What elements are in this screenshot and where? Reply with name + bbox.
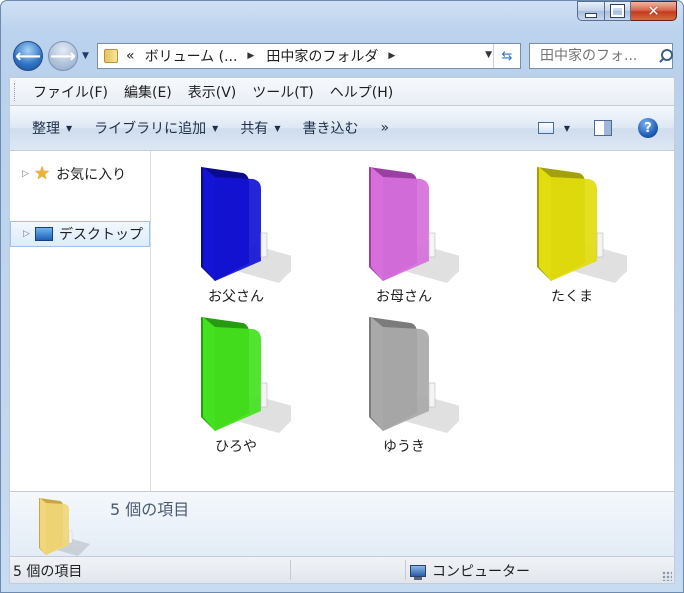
back-arrow-icon: ⟵ xyxy=(15,45,41,67)
menu-help[interactable]: ヘルプ(H) xyxy=(322,82,401,102)
navigation-pane: ▷ ★ お気に入り ▷ デスクトップ xyxy=(9,151,151,491)
folder-item[interactable]: ひろや xyxy=(171,305,301,455)
share-button[interactable]: 共有 ▼ xyxy=(229,118,291,138)
menu-bar: ファイル(F) 編集(E) 表示(V) ツール(T) ヘルプ(H) xyxy=(9,77,675,105)
share-label: 共有 xyxy=(240,121,269,137)
resize-grip-icon[interactable] xyxy=(662,571,672,581)
add-to-library-button[interactable]: ライブラリに追加 ▼ xyxy=(83,118,229,138)
navigation-bar: ⟵ ⟶ ▼ « ボリューム (... ▶ 田中家のフォルダ ▶ ▼ ⇆ xyxy=(1,39,683,73)
menu-view[interactable]: 表示(V) xyxy=(180,82,245,102)
refresh-icon: ⇆ xyxy=(501,48,513,64)
recent-pages-dropdown[interactable]: ▼ xyxy=(82,51,89,61)
folder-item[interactable]: お父さん xyxy=(171,155,301,305)
expand-arrow-icon[interactable]: ▷ xyxy=(22,169,34,179)
star-icon: ★ xyxy=(34,163,51,184)
folder-icon xyxy=(537,167,627,283)
breadcrumb-tanaka-folder[interactable]: 田中家のフォルダ xyxy=(266,46,378,66)
status-bar: 5 個の項目 コンピューター xyxy=(9,557,675,584)
view-options-dropdown-icon[interactable]: ▼ xyxy=(564,124,570,133)
status-divider xyxy=(405,560,406,580)
command-bar-right: ▼ ? xyxy=(537,106,674,150)
nav-item-label: デスクトップ xyxy=(59,227,143,243)
chevron-down-icon: ▼ xyxy=(274,123,281,133)
folder-name: たくま xyxy=(551,289,593,305)
organize-label: 整理 xyxy=(32,121,60,137)
more-commands-button[interactable]: » xyxy=(369,120,400,136)
maximize-icon xyxy=(610,4,625,18)
refresh-button[interactable]: ⇆ xyxy=(493,44,520,68)
minimize-button[interactable] xyxy=(577,1,605,21)
folder-name: お父さん xyxy=(208,289,264,305)
details-pane: 5 個の項目 xyxy=(9,491,675,557)
desktop-icon xyxy=(35,227,53,241)
chevron-right-icon[interactable]: ▶ xyxy=(247,51,254,61)
file-list: お父さん お母さん たくま ひろや ゆうき xyxy=(151,151,675,491)
address-dropdown-icon[interactable]: ▼ xyxy=(485,50,492,60)
nav-item-favorites[interactable]: ▷ ★ お気に入り xyxy=(10,161,150,187)
menu-file[interactable]: ファイル(F) xyxy=(25,82,116,102)
details-item-count: 5 個の項目 xyxy=(110,500,190,519)
address-bar[interactable]: « ボリューム (... ▶ 田中家のフォルダ ▶ ▼ ⇆ xyxy=(97,43,521,69)
forward-button[interactable]: ⟶ xyxy=(48,41,78,71)
folder-item[interactable]: お母さん xyxy=(339,155,469,305)
details-folder-icon xyxy=(39,498,90,556)
search-input[interactable] xyxy=(538,47,654,65)
folder-icon xyxy=(104,49,118,63)
computer-icon xyxy=(410,565,426,580)
status-item-count: 5 個の項目 xyxy=(13,564,83,580)
caption-buttons: ✕ xyxy=(577,1,677,21)
forward-arrow-icon: ⟶ xyxy=(50,45,76,67)
folder-item[interactable]: ゆうき xyxy=(339,305,469,455)
folder-icon xyxy=(369,167,459,283)
preview-pane-icon[interactable] xyxy=(594,120,612,136)
folder-name: ゆうき xyxy=(383,439,425,455)
search-icon[interactable] xyxy=(658,49,673,63)
change-view-icon[interactable] xyxy=(537,122,554,134)
status-divider xyxy=(290,560,291,580)
command-bar: 整理 ▼ ライブラリに追加 ▼ 共有 ▼ 書き込む » ▼ ? xyxy=(9,105,675,151)
add-to-library-label: ライブラリに追加 xyxy=(94,121,207,137)
breadcrumb-overflow[interactable]: « xyxy=(126,48,135,64)
menu-grip xyxy=(14,82,17,101)
nav-item-label: お気に入り xyxy=(56,167,127,183)
close-icon: ✕ xyxy=(647,1,660,20)
explorer-window: ✕ ⟵ ⟶ ▼ « ボリューム (... ▶ 田中家のフォルダ ▶ ▼ ⇆ ファ… xyxy=(0,0,684,593)
burn-label: 書き込む xyxy=(302,121,359,137)
folder-item[interactable]: たくま xyxy=(507,155,637,305)
breadcrumb-volume[interactable]: ボリューム (... xyxy=(145,46,238,66)
status-location: コンピューター xyxy=(410,561,530,581)
folder-icon xyxy=(201,317,291,433)
back-button[interactable]: ⟵ xyxy=(13,41,43,71)
menu-tools[interactable]: ツール(T) xyxy=(244,82,321,102)
status-location-label: コンピューター xyxy=(432,564,530,580)
search-box[interactable] xyxy=(529,43,673,69)
chevron-right-icon[interactable]: ▶ xyxy=(388,51,395,61)
folder-icon xyxy=(369,317,459,433)
maximize-button[interactable] xyxy=(605,1,631,21)
minimize-icon xyxy=(585,12,597,18)
folder-name: お母さん xyxy=(376,289,432,305)
burn-button[interactable]: 書き込む xyxy=(291,118,369,138)
more-commands-label: » xyxy=(380,120,390,136)
organize-button[interactable]: 整理 ▼ xyxy=(10,118,83,138)
folder-name: ひろや xyxy=(215,439,257,455)
expand-arrow-icon[interactable]: ▷ xyxy=(23,229,35,239)
folder-icon xyxy=(201,167,291,283)
nav-item-desktop[interactable]: ▷ デスクトップ xyxy=(10,221,150,247)
close-button[interactable]: ✕ xyxy=(631,1,677,21)
menu-edit[interactable]: 編集(E) xyxy=(116,82,180,102)
chevron-down-icon: ▼ xyxy=(212,123,219,133)
help-icon[interactable]: ? xyxy=(638,118,658,138)
chevron-down-icon: ▼ xyxy=(66,123,73,133)
